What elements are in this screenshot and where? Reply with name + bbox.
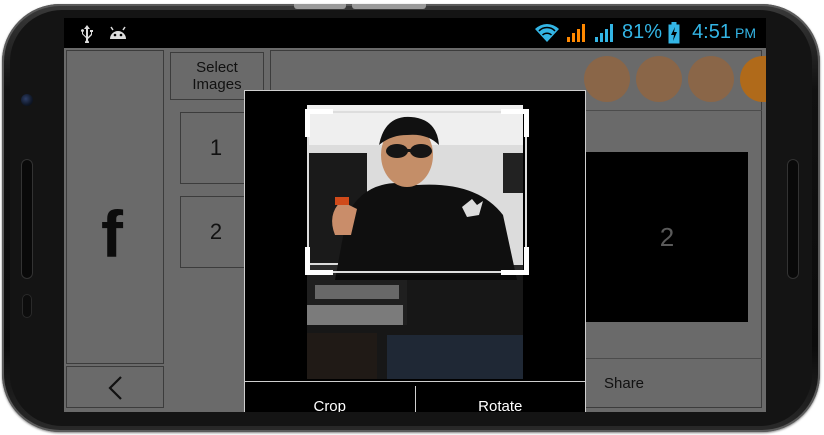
signal-orange-icon bbox=[567, 23, 586, 42]
phone-frame: 81% 4:51 PM f Select Images 1 2 2 Share … bbox=[2, 4, 820, 432]
crop-handle-top-left[interactable] bbox=[305, 109, 333, 137]
image-preview[interactable]: 2 bbox=[586, 152, 748, 322]
clock-ampm: PM bbox=[735, 24, 756, 41]
crop-handle-top-right[interactable] bbox=[501, 109, 529, 137]
dialog-actions: Crop Rotate bbox=[245, 381, 585, 412]
image-slot-2[interactable]: 2 bbox=[180, 196, 252, 268]
clock-time: 4:51 bbox=[692, 21, 731, 43]
volume-button bbox=[352, 4, 426, 9]
crop-button[interactable]: Crop bbox=[245, 382, 415, 412]
color-swatch[interactable] bbox=[584, 56, 630, 102]
color-swatches bbox=[584, 56, 766, 102]
android-debug-icon bbox=[110, 26, 126, 39]
color-swatch[interactable] bbox=[740, 56, 766, 102]
social-panel: f bbox=[66, 50, 164, 364]
signal-blue-icon bbox=[595, 23, 614, 42]
speaker-grille-left bbox=[21, 159, 33, 279]
status-left-icons bbox=[80, 25, 128, 43]
power-button bbox=[294, 4, 346, 9]
share-button[interactable]: Share bbox=[604, 375, 644, 392]
chevron-left-icon[interactable] bbox=[105, 375, 129, 401]
image-slot-1[interactable]: 1 bbox=[180, 112, 252, 184]
proximity-sensor bbox=[22, 294, 32, 318]
battery-percent: 81% bbox=[622, 21, 663, 43]
status-right-icons: 81% 4:51 PM bbox=[534, 21, 756, 44]
crop-outside-overlay bbox=[307, 275, 523, 379]
crop-handle-bottom-left[interactable] bbox=[305, 247, 333, 275]
crop-dialog: Crop Rotate bbox=[244, 90, 586, 412]
crop-frame[interactable] bbox=[305, 109, 529, 275]
app-content: f Select Images 1 2 2 Share Crop Rotate bbox=[64, 48, 766, 412]
crop-handle-bottom-right[interactable] bbox=[501, 247, 529, 275]
color-swatch[interactable] bbox=[636, 56, 682, 102]
rotate-button[interactable]: Rotate bbox=[416, 382, 586, 412]
front-camera bbox=[21, 94, 33, 106]
select-images-label-line1: Select bbox=[196, 59, 238, 76]
battery-charging-icon bbox=[668, 21, 680, 43]
screen: 81% 4:51 PM f Select Images 1 2 2 Share … bbox=[64, 18, 766, 412]
color-swatch[interactable] bbox=[688, 56, 734, 102]
facebook-icon[interactable]: f bbox=[101, 201, 123, 267]
wifi-icon bbox=[535, 23, 560, 42]
back-panel[interactable] bbox=[66, 366, 164, 408]
speaker-grille-right bbox=[787, 159, 799, 279]
status-bar: 81% 4:51 PM bbox=[64, 18, 766, 48]
usb-icon bbox=[81, 25, 93, 43]
